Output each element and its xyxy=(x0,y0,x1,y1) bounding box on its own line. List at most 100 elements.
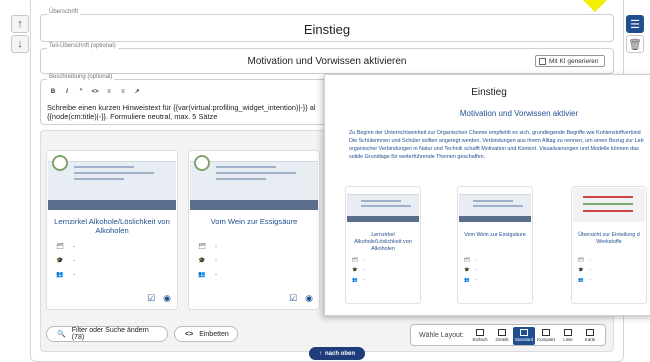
arrow-up-icon: ↑ xyxy=(17,18,23,30)
card-meta-value: - xyxy=(215,257,217,264)
code-button[interactable]: <> xyxy=(89,87,101,97)
delete-button[interactable]: 🗑 xyxy=(626,35,644,53)
layout-card-icon xyxy=(586,329,594,336)
preview-card-title[interactable]: Lernzirkel Alkohole/Löslichkeit von Alko… xyxy=(348,232,418,253)
checkbox-icon xyxy=(539,57,546,65)
card-meta-value: - xyxy=(589,267,592,272)
eye-icon[interactable]: ◉ xyxy=(305,293,313,304)
layout-selector: Wähle Layout: Einfach Geteilt Standard K… xyxy=(410,324,606,346)
layout-split-button[interactable]: Geteilt xyxy=(491,327,513,345)
ai-generate-checkbox[interactable]: Mit KI generieren xyxy=(535,55,605,67)
preview-card[interactable]: Lernzirkel Alkohole/Löslichkeit von Alko… xyxy=(345,186,421,304)
preview-text-line: solide Grundlage für weiterführende Them… xyxy=(349,154,486,160)
layout-compact-icon xyxy=(542,329,550,336)
card-meta-value: - xyxy=(475,257,478,262)
preview-description: Zu Beginn der Unterrichtseinheit zur Org… xyxy=(349,129,650,161)
content-card[interactable]: Vom Wein zur Essigsäure 🗂 - 🎓 - 👥 - ☑ ◉ xyxy=(188,150,320,310)
audience-icon: 👥 xyxy=(464,277,470,282)
quote-button[interactable]: ” xyxy=(75,87,87,97)
clipboard-check-icon[interactable]: ☑ xyxy=(147,293,155,304)
audience-icon: 👥 xyxy=(352,277,358,282)
preview-title: Einstieg xyxy=(471,87,507,98)
card-meta-value: - xyxy=(363,277,366,282)
card-thumbnail xyxy=(190,152,318,210)
clipboard-check-icon[interactable]: ☑ xyxy=(289,293,297,304)
layout-compact-button[interactable]: Kompakt xyxy=(535,327,557,345)
preview-card[interactable]: Übersicht zur Einteilung d Werkstoffe 🗂 -… xyxy=(571,186,647,304)
preview-text-line: organischer Verbindungen in Natur und Te… xyxy=(349,146,639,152)
embed-button[interactable]: <> Einbetten xyxy=(174,326,238,342)
card-thumbnail xyxy=(347,188,419,222)
bullet-list-button[interactable]: ≡ xyxy=(103,87,115,97)
link-button[interactable]: ↗ xyxy=(131,87,143,97)
arrow-down-icon: ↓ xyxy=(17,38,23,50)
bold-button[interactable]: B xyxy=(47,87,59,97)
file-type-icon: 🗂 xyxy=(352,257,358,262)
filter-label: Filter oder Suche ändern (78) xyxy=(71,327,149,341)
card-meta-value: - xyxy=(589,257,592,262)
eye-icon[interactable]: ◉ xyxy=(163,293,171,304)
layout-list-icon xyxy=(564,329,572,336)
arrow-up-icon: ↑ xyxy=(318,350,322,357)
subheading-field[interactable]: Teil-Überschrift (optional) Motivation u… xyxy=(40,43,614,74)
card-meta-value: - xyxy=(475,277,478,282)
card-meta-value: - xyxy=(73,271,75,278)
card-meta-value: - xyxy=(73,257,75,264)
audience-icon: 👥 xyxy=(56,272,64,278)
layout-card-button[interactable]: Karte xyxy=(579,327,601,345)
heading-field[interactable]: Überschrift Einstieg xyxy=(40,9,614,42)
education-icon: 🎓 xyxy=(56,258,64,264)
back-to-top-button[interactable]: ↑ nach oben xyxy=(309,347,365,360)
back-to-top-label: nach oben xyxy=(324,350,355,357)
card-meta-value: - xyxy=(589,277,592,282)
card-meta-value: - xyxy=(215,271,217,278)
card-thumbnail xyxy=(48,152,176,210)
heading-value[interactable]: Einstieg xyxy=(41,22,613,37)
education-icon: 🎓 xyxy=(464,267,470,272)
preview-text-line: Zu Beginn der Unterrichtseinheit zur Org… xyxy=(349,130,641,136)
numbered-list-button[interactable]: ≡ xyxy=(117,87,129,97)
move-up-button[interactable]: ↑ xyxy=(11,15,29,33)
description-label: Beschreibung (optional) xyxy=(47,74,115,80)
preview-panel: Einstieg Motivation und Vorwissen aktivi… xyxy=(324,74,650,316)
card-meta-value: - xyxy=(363,257,366,262)
file-type-icon: 🗂 xyxy=(198,244,206,250)
code-icon: <> xyxy=(185,330,194,338)
description-text[interactable]: Schreibe einen kurzen Hinweistext für {{… xyxy=(47,103,316,121)
layout-split-icon xyxy=(498,329,506,336)
card-meta-value: - xyxy=(363,267,366,272)
card-thumbnail xyxy=(573,188,645,222)
layout-list-button[interactable]: Liste xyxy=(557,327,579,345)
preview-card-title[interactable]: Übersicht zur Einteilung d Werkstoffe xyxy=(574,232,644,246)
trash-icon: 🗑 xyxy=(628,38,642,51)
file-type-icon: 🗂 xyxy=(56,244,64,250)
preview-card[interactable]: Vom Wein zur Essigsäure 🗂 - 🎓 - 👥 - xyxy=(457,186,533,304)
subheading-label: Teil-Überschrift (optional) xyxy=(47,43,118,49)
filter-button[interactable]: 🔍 Filter oder Suche ändern (78) xyxy=(46,326,168,342)
card-meta-value: - xyxy=(215,243,217,250)
file-type-icon: 🗂 xyxy=(464,257,470,262)
layout-standard-icon xyxy=(520,329,528,336)
layout-simple-button[interactable]: Einfach xyxy=(469,327,491,345)
heading-label: Überschrift xyxy=(47,9,81,15)
file-type-icon: 🗂 xyxy=(578,257,584,262)
description-toolbar: B I ” <> ≡ ≡ ↗ xyxy=(47,87,143,97)
card-thumbnail xyxy=(459,188,531,222)
move-down-button[interactable]: ↓ xyxy=(11,35,29,53)
search-icon: 🔍 xyxy=(57,331,66,338)
embed-label: Einbetten xyxy=(199,330,229,338)
description-line-1: Schreibe einen kurzen Hinweistext für {{… xyxy=(47,103,316,112)
italic-button[interactable]: I xyxy=(61,87,73,97)
content-card[interactable]: Lernzirkel Alkohole/Löslichkeit von Alko… xyxy=(46,150,178,310)
subheading-value[interactable]: Motivation und Vorwissen aktivieren xyxy=(41,56,613,67)
preview-card-title[interactable]: Vom Wein zur Essigsäure xyxy=(460,232,530,239)
card-title[interactable]: Lernzirkel Alkohole/Löslichkeit von Alko… xyxy=(51,217,173,235)
settings-button[interactable]: ☰ xyxy=(626,15,644,33)
ai-generate-label: Mit KI generieren xyxy=(549,57,599,65)
education-icon: 🎓 xyxy=(352,267,358,272)
card-title[interactable]: Vom Wein zur Essigsäure xyxy=(193,217,315,226)
layout-label: Wähle Layout: xyxy=(419,332,464,339)
layout-standard-button[interactable]: Standard xyxy=(513,327,535,345)
audience-icon: 👥 xyxy=(578,277,584,282)
layout-simple-icon xyxy=(476,329,484,336)
